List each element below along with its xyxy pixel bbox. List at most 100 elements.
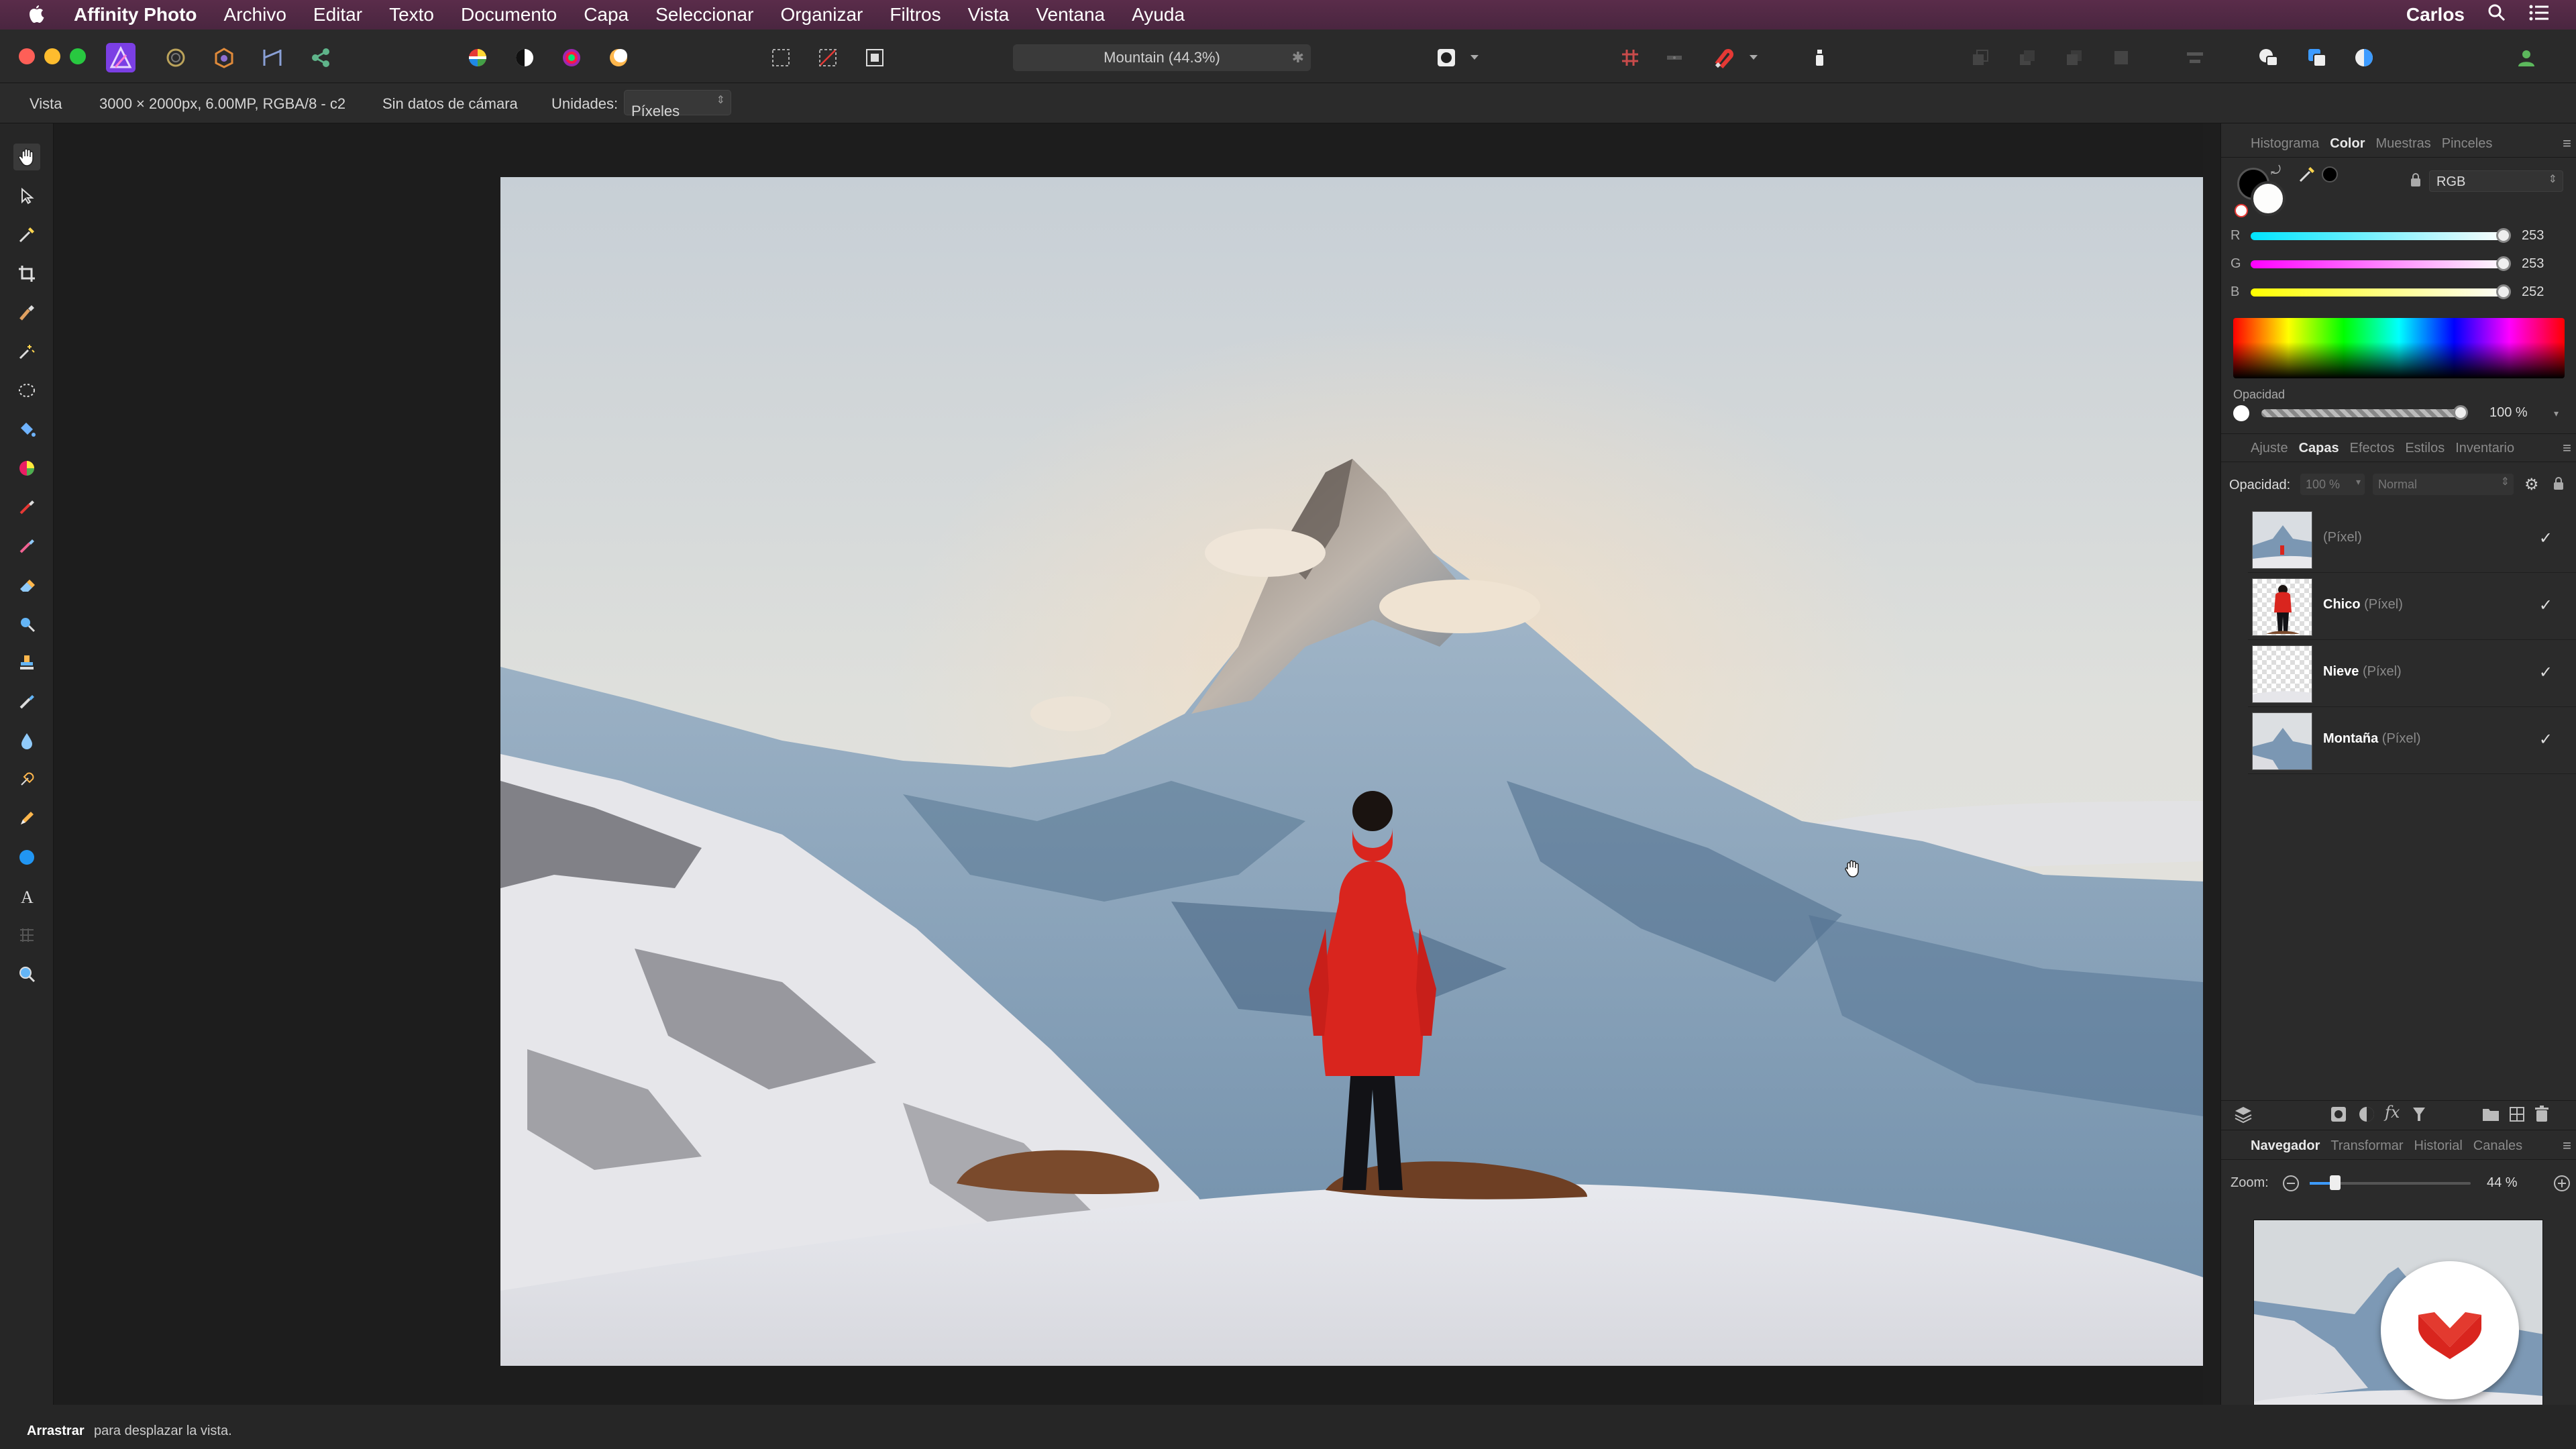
gradient-tool-icon[interactable] [13, 455, 40, 482]
user-account-icon[interactable] [2512, 43, 2541, 72]
close-window-button[interactable] [19, 48, 35, 64]
tab-pinceles[interactable]: Pinceles [2442, 136, 2493, 152]
opacity-dropdown-icon[interactable]: ▾ [2554, 408, 2559, 419]
quick-mask-icon[interactable] [1432, 43, 1461, 72]
blur-brush-tool-icon[interactable] [13, 727, 40, 754]
arrange-backward-icon[interactable] [2012, 43, 2042, 72]
tab-navegador[interactable]: Navegador [2251, 1138, 2320, 1154]
snapping-options-icon[interactable] [1660, 43, 1689, 72]
assistant-icon[interactable] [1805, 43, 1834, 72]
gear-icon[interactable]: ⚙ [2524, 475, 2539, 494]
fx-icon[interactable]: fx [2385, 1103, 2400, 1122]
b-value[interactable]: 252 [2522, 284, 2544, 300]
tab-ajuste[interactable]: Ajuste [2251, 441, 2288, 456]
marquee-tool-icon[interactable] [13, 377, 40, 404]
levels-icon[interactable] [510, 43, 539, 72]
g-value[interactable]: 253 [2522, 256, 2544, 272]
tab-transformar[interactable]: Transformar [2330, 1138, 2403, 1154]
r-slider-knob[interactable] [2496, 228, 2511, 243]
document-title-tab[interactable]: Mountain (44.3%) ✱ [1013, 44, 1311, 71]
flood-fill-tool-icon[interactable] [13, 416, 40, 443]
layer-row[interactable]: Nieve (Píxel) ✓ [2248, 640, 2576, 707]
export-persona-icon[interactable] [306, 43, 335, 72]
mask-layer-icon[interactable] [2330, 1106, 2347, 1126]
zoom-value[interactable]: 44 % [2487, 1175, 2518, 1191]
trash-icon[interactable] [2534, 1106, 2550, 1126]
menu-archivo[interactable]: Archivo [224, 4, 286, 25]
boolean-subtract-icon[interactable] [2302, 43, 2332, 72]
g-slider-knob[interactable] [2496, 256, 2511, 271]
tab-canales[interactable]: Canales [2473, 1138, 2522, 1154]
menu-texto[interactable]: Texto [389, 4, 434, 25]
opacity-value[interactable]: 100 % [2489, 405, 2528, 421]
snapping-dropdown-icon[interactable] [1746, 43, 1762, 72]
tab-muestras[interactable]: Muestras [2375, 136, 2430, 152]
boolean-intersect-icon[interactable] [2349, 43, 2379, 72]
deselect-icon[interactable] [813, 43, 843, 72]
r-value[interactable]: 253 [2522, 228, 2544, 244]
menu-vista[interactable]: Vista [968, 4, 1010, 25]
layer-row[interactable]: Montaña (Píxel) ✓ [2248, 707, 2576, 774]
pen-tool-icon[interactable] [13, 766, 40, 793]
layer-visibility-checkbox[interactable]: ✓ [2539, 663, 2553, 682]
boolean-add-icon[interactable] [2254, 43, 2284, 72]
tab-estilos[interactable]: Estilos [2405, 441, 2445, 456]
view-label[interactable]: Vista [30, 95, 62, 113]
folder-icon[interactable] [2481, 1106, 2500, 1126]
hand-tool-icon[interactable] [13, 144, 40, 170]
tab-color[interactable]: Color [2330, 136, 2365, 152]
zoom-slider[interactable] [2310, 1175, 2471, 1190]
layer-opacity-field[interactable]: 100 % ▾ [2300, 474, 2365, 495]
layer-visibility-checkbox[interactable]: ✓ [2539, 596, 2553, 615]
layers-stack-icon[interactable] [2233, 1104, 2253, 1128]
zoom-out-icon[interactable] [2282, 1174, 2300, 1196]
invert-selection-icon[interactable] [860, 43, 890, 72]
lock-layer-icon[interactable] [2553, 476, 2565, 494]
flood-select-tool-icon[interactable] [13, 338, 40, 365]
menu-ayuda[interactable]: Ayuda [1132, 4, 1185, 25]
tab-capas[interactable]: Capas [2299, 441, 2339, 456]
menu-documento[interactable]: Documento [461, 4, 557, 25]
arrange-back-icon[interactable] [1966, 43, 1995, 72]
tab-inventario[interactable]: Inventario [2455, 441, 2514, 456]
move-tool-icon[interactable] [13, 182, 40, 209]
snapping-magnet-icon[interactable] [1708, 43, 1737, 72]
no-color-icon[interactable] [2235, 204, 2248, 217]
r-slider[interactable] [2251, 228, 2511, 243]
zoom-tool-icon[interactable] [13, 961, 40, 987]
pencil-tool-icon[interactable] [13, 805, 40, 832]
panel-menu-icon[interactable]: ≡ [2563, 1137, 2571, 1155]
selection-brush-tool-icon[interactable] [13, 299, 40, 326]
color-spectrum[interactable] [2233, 318, 2565, 378]
erase-brush-tool-icon[interactable] [13, 572, 40, 598]
healing-brush-tool-icon[interactable] [13, 688, 40, 715]
color-mode-select[interactable]: RGB ⇕ [2429, 170, 2563, 192]
panel-menu-icon[interactable]: ≡ [2563, 135, 2571, 152]
snapping-grid-icon[interactable] [1615, 43, 1645, 72]
live-filter-icon[interactable] [2410, 1106, 2428, 1126]
menu-editar[interactable]: Editar [313, 4, 362, 25]
stroke-color-well[interactable] [2251, 181, 2286, 216]
b-slider[interactable] [2251, 284, 2511, 299]
zoom-slider-knob[interactable] [2330, 1175, 2341, 1190]
layer-visibility-checkbox[interactable]: ✓ [2539, 730, 2553, 749]
layer-row[interactable]: (Píxel) ✓ [2248, 506, 2576, 573]
mesh-warp-tool-icon[interactable] [13, 922, 40, 949]
user-name[interactable]: Carlos [2406, 4, 2465, 25]
layer-row[interactable]: Chico (Píxel) ✓ [2248, 573, 2576, 640]
menu-capa[interactable]: Capa [584, 4, 629, 25]
menu-filtros[interactable]: Filtros [890, 4, 941, 25]
menu-organizar[interactable]: Organizar [780, 4, 863, 25]
clone-tool-icon[interactable] [13, 649, 40, 676]
shape-tool-icon[interactable] [13, 844, 40, 871]
crop-tool-icon[interactable] [13, 260, 40, 287]
white-balance-icon[interactable] [604, 43, 633, 72]
zoom-in-icon[interactable] [2553, 1174, 2571, 1196]
panel-menu-icon[interactable]: ≡ [2563, 439, 2571, 457]
close-document-icon[interactable]: ✱ [1292, 49, 1304, 66]
new-layer-icon[interactable] [2508, 1106, 2526, 1126]
lock-icon[interactable] [2409, 172, 2422, 192]
color-picker-icon[interactable] [2298, 165, 2316, 187]
swap-colors-icon[interactable]: ⤾ [2271, 164, 2281, 178]
photo-persona-icon[interactable] [106, 43, 136, 72]
